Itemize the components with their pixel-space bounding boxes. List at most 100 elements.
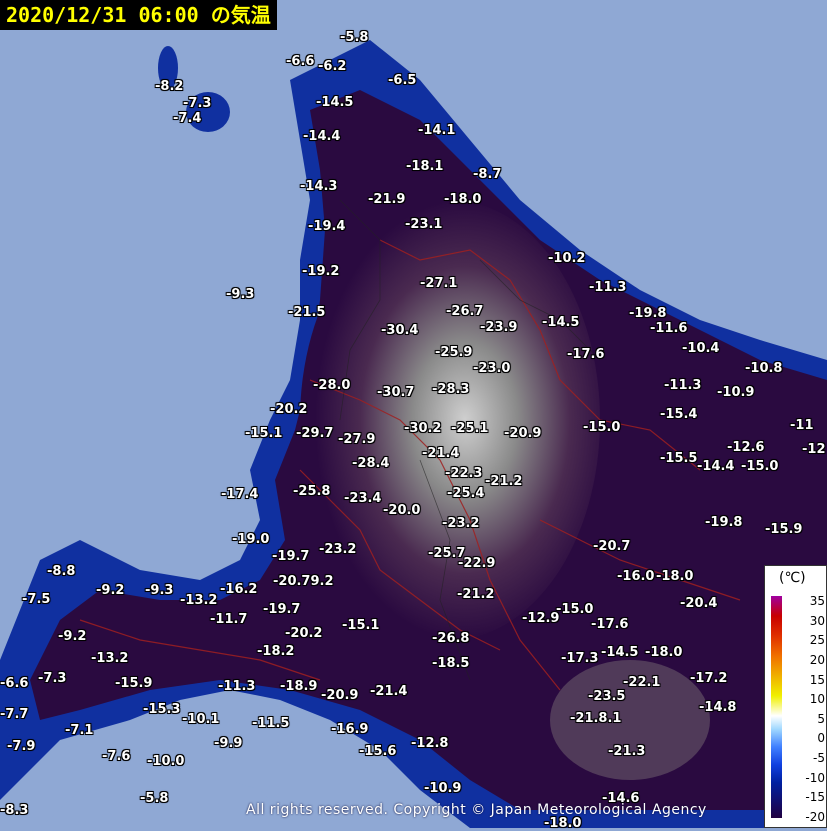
temperature-label: -19.8 bbox=[705, 515, 743, 530]
temperature-label: -10.2 bbox=[548, 251, 586, 266]
temperature-label: -18.0 bbox=[444, 192, 482, 207]
legend-tick-label: 25 bbox=[809, 633, 825, 648]
legend-tick-label: 5 bbox=[817, 711, 825, 726]
temperature-label: -19.2 bbox=[302, 264, 340, 279]
temperature-label: -14.5 bbox=[316, 95, 354, 110]
temperature-label: -25.8 bbox=[293, 484, 331, 499]
temperature-label: -19.7 bbox=[263, 602, 301, 617]
temperature-label: -8.2 bbox=[155, 79, 184, 94]
temperature-label: -7.3 bbox=[38, 671, 67, 686]
temperature-label: -7.6 bbox=[102, 749, 131, 764]
legend-tick-label: 0 bbox=[817, 731, 825, 746]
temperature-label: -23.4 bbox=[344, 491, 382, 506]
temperature-label: -19.4 bbox=[308, 219, 346, 234]
temperature-label: -23.2 bbox=[442, 516, 480, 531]
temperature-label: -10.4 bbox=[682, 341, 720, 356]
temperature-label: -10.9 bbox=[424, 781, 462, 796]
temperature-label: -23.5 bbox=[588, 689, 626, 704]
temperature-label: -15.1 bbox=[245, 426, 283, 441]
temperature-label: -15.0 bbox=[741, 459, 779, 474]
temperature-label: -17.6 bbox=[591, 617, 629, 632]
temperature-label: -22.9 bbox=[458, 556, 496, 571]
temperature-label: -20.0 bbox=[383, 503, 421, 518]
temperature-label: -7.9 bbox=[7, 739, 36, 754]
temperature-label: -6.6 bbox=[0, 676, 29, 691]
legend-tick-label: -5 bbox=[813, 751, 825, 766]
temperature-label: -21.9 bbox=[368, 192, 406, 207]
temperature-label: -18.0 bbox=[645, 645, 683, 660]
copyright-notice: All rights reserved. Copyright © Japan M… bbox=[246, 802, 707, 818]
temperature-label: -18.9 bbox=[280, 679, 318, 694]
temperature-label: -15.9 bbox=[115, 676, 153, 691]
temperature-label: -14.1 bbox=[418, 123, 456, 138]
temperature-label: -5.8 bbox=[140, 791, 169, 806]
temperature-label: -17.3 bbox=[561, 651, 599, 666]
temperature-label: -28.0 bbox=[313, 378, 351, 393]
temperature-label: -17.4 bbox=[221, 487, 259, 502]
temperature-label: -17.2 bbox=[690, 671, 728, 686]
temperature-label: -14.5 bbox=[601, 645, 639, 660]
legend-tick-label: -15 bbox=[805, 790, 825, 805]
temperature-label: -12.9 bbox=[522, 611, 560, 626]
temperature-label: -18.5 bbox=[432, 656, 470, 671]
temperature-label: -30.4 bbox=[381, 323, 419, 338]
temperature-label: -14.8 bbox=[699, 700, 737, 715]
temperature-label: -29.7 bbox=[296, 426, 334, 441]
temperature-label: -16.2 bbox=[220, 582, 258, 597]
temperature-label: -7.7 bbox=[0, 707, 29, 722]
temperature-label: -13.2 bbox=[180, 593, 218, 608]
temperature-label: -26.8 bbox=[432, 631, 470, 646]
temperature-label: -8.7 bbox=[473, 167, 502, 182]
temperature-label: -7.4 bbox=[173, 111, 202, 126]
temperature-label: -10.1 bbox=[182, 712, 220, 727]
temperature-label: -11.3 bbox=[589, 280, 627, 295]
temperature-label: -14.4 bbox=[303, 129, 341, 144]
temperature-label: -6.6 bbox=[286, 54, 315, 69]
temperature-label: -20.7 bbox=[593, 539, 631, 554]
temperature-label: -15.6 bbox=[359, 744, 397, 759]
temperature-label: -21.5 bbox=[288, 305, 326, 320]
temperature-label: -11.5 bbox=[252, 716, 290, 731]
temperature-label: -27.1 bbox=[420, 276, 458, 291]
temperature-label: -11.6 bbox=[650, 321, 688, 336]
temperature-label: -25.9 bbox=[435, 345, 473, 360]
temperature-label: -23.2 bbox=[319, 542, 357, 557]
temperature-label: -15.3 bbox=[143, 702, 181, 717]
temperature-label: -21.3 bbox=[608, 744, 646, 759]
legend-tick-label: -20 bbox=[805, 810, 825, 824]
temperature-label: -9.3 bbox=[226, 287, 255, 302]
temperature-label: -14.5 bbox=[542, 315, 580, 330]
temperature-label: -25.4 bbox=[447, 486, 485, 501]
temperature-label: -20.9 bbox=[504, 426, 542, 441]
legend-tick-label: 15 bbox=[809, 672, 825, 687]
temperature-label: -26.7 bbox=[446, 304, 484, 319]
temperature-label: -7.3 bbox=[183, 96, 212, 111]
temperature-label: -13.2 bbox=[91, 651, 129, 666]
temperature-label: -18.1 bbox=[406, 159, 444, 174]
temperature-label: -8.3 bbox=[0, 803, 29, 818]
temperature-label: -18.2 bbox=[257, 644, 295, 659]
temperature-label: -17.6 bbox=[567, 347, 605, 362]
temperature-label: -15.9 bbox=[765, 522, 803, 537]
temperature-label: -5.8 bbox=[340, 30, 369, 45]
temperature-label: -18.0 bbox=[544, 816, 582, 831]
temperature-label: -30.7 bbox=[377, 385, 415, 400]
temperature-label: -21.4 bbox=[370, 684, 408, 699]
temperature-label: -19.0 bbox=[232, 532, 270, 547]
temperature-label: -11.3 bbox=[664, 378, 702, 393]
temperature-label: -14.3 bbox=[300, 179, 338, 194]
temperature-label: -20.9 bbox=[321, 688, 359, 703]
temperature-label: -11.3 bbox=[218, 679, 256, 694]
temperature-label: -15.0 bbox=[583, 420, 621, 435]
legend-unit: (℃) bbox=[779, 570, 806, 586]
temperature-label: -20.2 bbox=[270, 402, 308, 417]
legend-tick-label: 35 bbox=[809, 594, 825, 608]
temperature-label: -20.4 bbox=[680, 596, 718, 611]
temperature-label: -21.2 bbox=[485, 474, 523, 489]
temperature-label: -28.3 bbox=[432, 382, 470, 397]
temperature-label: -16.9 bbox=[331, 722, 369, 737]
legend-tick-label: 20 bbox=[809, 652, 825, 667]
temperature-label: -25.1 bbox=[451, 421, 489, 436]
legend-color-bar bbox=[771, 596, 782, 818]
temperature-label: -15.0 bbox=[556, 602, 594, 617]
